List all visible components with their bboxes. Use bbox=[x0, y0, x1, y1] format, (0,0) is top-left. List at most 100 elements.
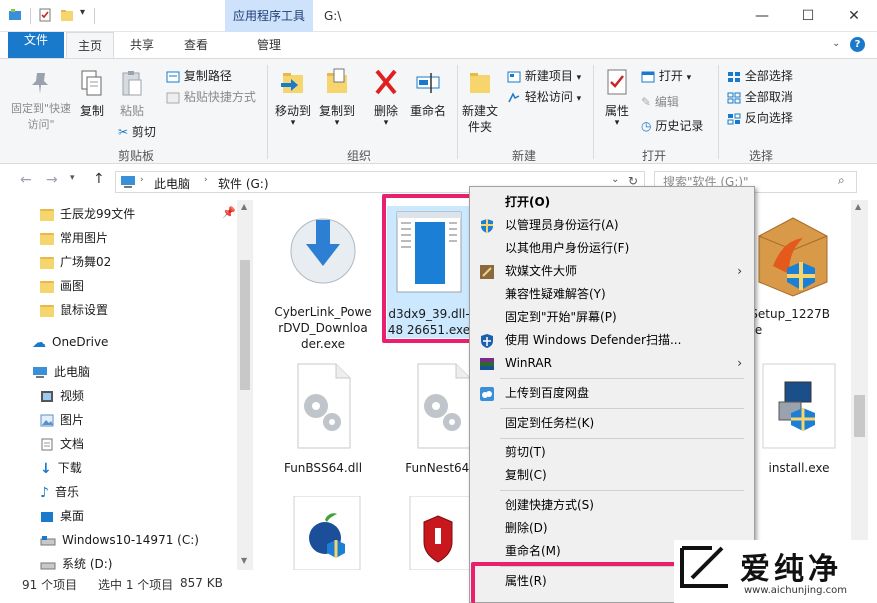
menu-item-pin-to-start[interactable]: 固定到"开始"屏幕(P) bbox=[470, 306, 754, 329]
back-arrow-icon[interactable]: ← bbox=[20, 172, 32, 188]
properties-quick-icon[interactable] bbox=[38, 8, 52, 22]
nav-item-label: 桌面 bbox=[60, 509, 85, 523]
folder-icon bbox=[40, 208, 54, 221]
scroll-up-icon[interactable]: ▲ bbox=[241, 202, 247, 211]
pin-quick-access-button[interactable]: 固定到"快速访问" bbox=[10, 69, 72, 133]
tab-home[interactable]: 主页 bbox=[66, 32, 114, 58]
menu-item-label: 重命名(M) bbox=[505, 544, 561, 558]
menu-item-copy[interactable]: 复制(C) bbox=[470, 464, 754, 487]
menu-item-create-shortcut[interactable]: 创建快捷方式(S) bbox=[470, 494, 754, 517]
up-arrow-icon[interactable]: ↑ bbox=[93, 171, 105, 187]
nav-item-pictures[interactable]: 图片 bbox=[40, 408, 84, 432]
rename-button[interactable]: 重命名 bbox=[406, 67, 450, 119]
copy-to-button[interactable]: 复制到 ▾ bbox=[316, 67, 358, 128]
chevron-down-icon: ▾ bbox=[576, 94, 582, 104]
scrollbar-thumb[interactable] bbox=[854, 395, 865, 437]
nav-item-this-pc[interactable]: 此电脑 bbox=[32, 360, 90, 384]
breadcrumb-this-pc[interactable]: 此电脑 bbox=[154, 175, 190, 192]
nav-item-quick-folder[interactable]: 鼠标设置 bbox=[40, 298, 108, 322]
group-clipboard-title: 剪贴板 bbox=[118, 149, 155, 163]
menu-item-software-master[interactable]: 软媒文件大师 › bbox=[470, 260, 754, 283]
menu-item-upload-baidu[interactable]: 上传到百度网盘 bbox=[470, 382, 754, 405]
breadcrumb-chevron-icon[interactable]: › bbox=[140, 175, 144, 185]
forward-arrow-icon[interactable]: → bbox=[46, 172, 58, 188]
nav-item-quick-folder[interactable]: 广场舞02 bbox=[40, 250, 111, 274]
maximize-button[interactable]: ☐ bbox=[785, 0, 831, 32]
nav-item-desktop[interactable]: 桌面 bbox=[40, 504, 84, 528]
menu-item-label: 删除(D) bbox=[505, 521, 548, 535]
properties-icon bbox=[607, 69, 627, 95]
file-item[interactable] bbox=[275, 495, 379, 578]
paste-shortcut-button[interactable]: 粘贴快捷方式 bbox=[166, 88, 256, 105]
copy-button[interactable]: 复制 bbox=[74, 69, 110, 119]
help-icon[interactable]: ? bbox=[850, 37, 865, 52]
nav-item-downloads[interactable]: ↓ 下载 bbox=[40, 456, 82, 480]
minimize-button[interactable]: — bbox=[739, 0, 785, 32]
content-scrollbar[interactable]: ▲ bbox=[851, 200, 868, 570]
menu-item-defender-scan[interactable]: 使用 Windows Defender扫描... bbox=[470, 329, 754, 352]
nav-item-quick-folder[interactable]: 壬辰龙99文件 bbox=[40, 202, 135, 226]
file-item[interactable]: CyberLink_Powe rDVD_Downloa der.exe bbox=[271, 206, 375, 352]
open-button[interactable]: 打开 ▾ bbox=[641, 67, 691, 84]
address-dropdown-icon[interactable]: ⌄ bbox=[611, 174, 619, 185]
menu-item-run-as-admin[interactable]: 以管理员身份运行(A) bbox=[470, 214, 754, 237]
new-item-button[interactable]: 新建项目 ▾ bbox=[507, 67, 581, 84]
history-button[interactable]: ◷ 历史记录 bbox=[641, 117, 703, 134]
copy-icon bbox=[81, 70, 102, 96]
menu-item-run-as-other-user[interactable]: 以其他用户身份运行(F) bbox=[470, 237, 754, 260]
new-folder-quick-icon[interactable] bbox=[60, 8, 74, 22]
nav-item-label: 鼠标设置 bbox=[60, 303, 109, 317]
new-folder-icon bbox=[470, 73, 490, 93]
tab-manage[interactable]: 管理 bbox=[225, 32, 313, 58]
breadcrumb-drive[interactable]: 软件 (G:) bbox=[218, 175, 269, 192]
file-item[interactable]: install.exe bbox=[747, 360, 851, 476]
file-item[interactable]: GSetup_1227B exe bbox=[741, 206, 851, 338]
copy-path-button[interactable]: 复制路径 bbox=[166, 67, 232, 84]
nav-item-quick-folder[interactable]: 画图 bbox=[40, 274, 84, 298]
menu-item-open[interactable]: 打开(O) bbox=[470, 191, 754, 214]
nav-item-drive-c[interactable]: Windows10-14971 (C:) bbox=[40, 528, 199, 552]
tab-file[interactable]: 文件 bbox=[8, 32, 64, 58]
menu-separator bbox=[500, 490, 744, 491]
select-all-button[interactable]: 全部选择 bbox=[727, 67, 793, 84]
computer-icon bbox=[121, 176, 135, 188]
cut-label: 剪切 bbox=[131, 125, 156, 139]
quick-access-dropdown-icon[interactable]: ▾ bbox=[80, 7, 85, 18]
cut-button[interactable]: ✂ 剪切 bbox=[118, 123, 156, 140]
file-item[interactable]: FunBSS64.dll bbox=[271, 360, 375, 476]
menu-item-winrar[interactable]: WinRAR › bbox=[470, 352, 754, 375]
menu-item-cut[interactable]: 剪切(T) bbox=[470, 441, 754, 464]
selection-count: 选中 1 个项目 bbox=[98, 578, 174, 592]
menu-item-label: 剪切(T) bbox=[505, 445, 546, 459]
scroll-down-icon[interactable]: ▼ bbox=[241, 556, 247, 565]
properties-button[interactable]: 属性 ▾ bbox=[599, 67, 635, 128]
delete-button[interactable]: 删除 ▾ bbox=[368, 67, 404, 128]
breadcrumb-chevron-icon[interactable]: › bbox=[204, 175, 208, 185]
menu-item-delete[interactable]: 删除(D) bbox=[470, 517, 754, 540]
tab-view[interactable]: 查看 bbox=[171, 32, 221, 58]
paste-button[interactable]: 粘贴 bbox=[114, 69, 150, 119]
menu-item-compat-troubleshoot[interactable]: 兼容性疑难解答(Y) bbox=[470, 283, 754, 306]
scrollbar-thumb[interactable] bbox=[240, 260, 250, 390]
close-button[interactable]: ✕ bbox=[831, 0, 877, 32]
pin-icon: 📌 bbox=[222, 206, 236, 219]
tab-share[interactable]: 共享 bbox=[118, 32, 166, 58]
nav-item-label: 下载 bbox=[57, 461, 82, 475]
menu-item-pin-taskbar[interactable]: 固定到任务栏(K) bbox=[470, 412, 754, 435]
nav-pane-scrollbar[interactable]: ▲ ▼ bbox=[237, 200, 253, 570]
nav-item-documents[interactable]: 文档 bbox=[40, 432, 84, 456]
new-folder-button[interactable]: 新建文件夹 bbox=[461, 67, 499, 135]
scroll-up-icon[interactable]: ▲ bbox=[855, 202, 861, 211]
select-none-button[interactable]: 全部取消 bbox=[727, 88, 793, 105]
move-to-button[interactable]: 移动到 ▾ bbox=[272, 67, 314, 128]
edit-button[interactable]: ✎ 编辑 bbox=[641, 93, 679, 110]
nav-item-videos[interactable]: 视频 bbox=[40, 384, 84, 408]
invert-selection-button[interactable]: 反向选择 bbox=[727, 109, 793, 126]
recent-locations-icon[interactable]: ▾ bbox=[70, 173, 75, 183]
nav-item-quick-folder[interactable]: 常用图片 bbox=[40, 226, 108, 250]
easy-access-button[interactable]: 轻松访问 ▾ bbox=[507, 88, 581, 105]
ribbon-collapse-icon[interactable]: ⌄ bbox=[832, 38, 840, 49]
nav-item-music[interactable]: ♪ 音乐 bbox=[40, 480, 79, 504]
pin-icon bbox=[32, 73, 48, 94]
nav-item-onedrive[interactable]: ☁ OneDrive bbox=[32, 330, 108, 354]
